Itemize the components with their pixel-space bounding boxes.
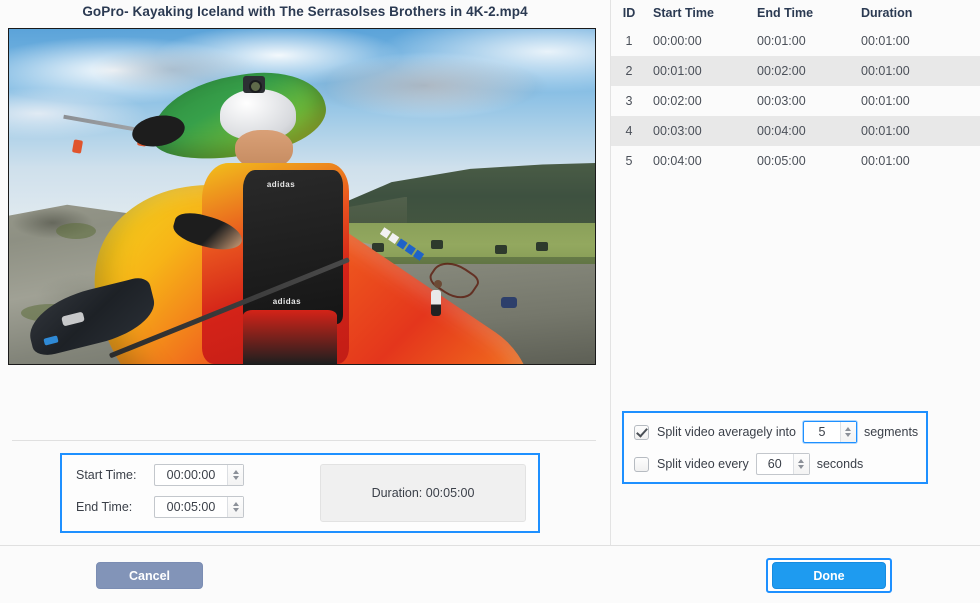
cell-start: 00:01:00 (653, 64, 702, 78)
table-row[interactable]: 1 00:00:00 00:01:00 00:01:00 (611, 26, 980, 56)
cell-duration: 00:01:00 (861, 124, 910, 138)
end-time-label: End Time: (76, 500, 133, 514)
column-header-end-time: End Time (757, 6, 814, 20)
segments-unit-label: segments (863, 425, 919, 439)
start-time-input[interactable] (155, 465, 227, 485)
split-options-panel: Split video averagely into segments Spli… (622, 411, 928, 484)
start-time-label: Start Time: (76, 468, 137, 482)
cell-id: 3 (625, 94, 633, 108)
column-header-duration: Duration (861, 6, 913, 20)
hay-bale (536, 241, 549, 251)
split-every-label: Split video every (657, 457, 749, 471)
table-row[interactable]: 5 00:04:00 00:05:00 00:01:00 (611, 146, 980, 176)
cell-end: 00:01:00 (757, 34, 806, 48)
table-row[interactable]: 2 00:01:00 00:02:00 00:01:00 (611, 56, 980, 86)
seconds-spinner-icon[interactable] (792, 454, 809, 474)
hay-bale (430, 240, 443, 250)
vest-brand-text: adidas (272, 297, 302, 306)
segments-count-input[interactable] (803, 422, 840, 442)
page-title: GoPro- Kayaking Iceland with The Serraso… (82, 4, 528, 19)
done-button[interactable]: Done (772, 562, 886, 589)
duration-display: Duration: 00:05:00 (320, 464, 526, 522)
table-row[interactable]: 3 00:02:00 00:03:00 00:01:00 (611, 86, 980, 116)
segments-pane: ID Start Time End Time Duration 1 00:00:… (611, 0, 980, 545)
bystander (430, 290, 441, 317)
segments-count-stepper[interactable] (802, 421, 857, 443)
timeline-controls: 00:03:41 00:05:00 00:00:00 00:05:00 (0, 372, 610, 432)
cell-id: 4 (625, 124, 633, 138)
end-time-spinner-icon[interactable] (227, 497, 243, 517)
cell-start: 00:02:00 (653, 94, 702, 108)
cell-start: 00:03:00 (653, 124, 702, 138)
split-averagely-row: Split video averagely into segments (634, 421, 918, 443)
end-time-stepper[interactable] (154, 496, 244, 518)
cell-end: 00:05:00 (757, 154, 806, 168)
backpack (501, 297, 518, 308)
cell-duration: 00:01:00 (861, 154, 910, 168)
vest-brand-text: adidas (266, 179, 296, 189)
cell-end: 00:02:00 (757, 64, 806, 78)
start-time-row: Start Time: (76, 464, 244, 486)
footer-bar: Cancel Done (0, 546, 980, 603)
split-every-row: Split video every seconds (634, 453, 863, 475)
gopro-camera (243, 75, 266, 93)
column-header-id: ID (622, 6, 636, 20)
video-splitter-window: GoPro- Kayaking Iceland with The Serraso… (0, 0, 980, 603)
trim-range-panel: Start Time: End Time: Duration: 00:05:00 (60, 453, 540, 533)
cell-duration: 00:01:00 (861, 64, 910, 78)
seconds-input[interactable] (756, 454, 793, 474)
split-every-checkbox[interactable] (634, 456, 649, 472)
start-time-stepper[interactable] (154, 464, 244, 486)
segments-table: ID Start Time End Time Duration 1 00:00:… (611, 0, 980, 176)
cell-duration: 00:01:00 (861, 94, 910, 108)
table-row[interactable]: 4 00:03:00 00:04:00 00:01:00 (611, 116, 980, 146)
cell-start: 00:04:00 (653, 154, 702, 168)
video-preview[interactable]: Pyranha adidas adidas (8, 28, 596, 365)
cell-start: 00:00:00 (653, 34, 702, 48)
cell-id: 5 (625, 154, 633, 168)
video-frame-image: Pyranha adidas adidas (9, 29, 595, 364)
split-averagely-label: Split video averagely into (657, 425, 796, 439)
paddler-leg (243, 310, 338, 364)
cell-end: 00:03:00 (757, 94, 806, 108)
start-time-spinner-icon[interactable] (227, 465, 243, 485)
seconds-stepper[interactable] (755, 453, 810, 475)
table-header: ID Start Time End Time Duration (611, 0, 980, 26)
cell-id: 2 (625, 64, 633, 78)
hay-bale (495, 245, 508, 255)
end-time-input[interactable] (155, 497, 227, 517)
cell-id: 1 (625, 34, 633, 48)
cell-end: 00:04:00 (757, 124, 806, 138)
seconds-unit-label: seconds (816, 457, 864, 471)
split-averagely-checkbox[interactable] (634, 424, 649, 440)
cancel-button[interactable]: Cancel (96, 562, 203, 589)
video-preview-pane: GoPro- Kayaking Iceland with The Serraso… (0, 0, 610, 545)
column-header-start-time: Start Time (653, 6, 714, 20)
cell-duration: 00:01:00 (861, 34, 910, 48)
segments-spinner-icon[interactable] (839, 422, 856, 442)
divider (12, 440, 596, 441)
end-time-row: End Time: (76, 496, 244, 518)
